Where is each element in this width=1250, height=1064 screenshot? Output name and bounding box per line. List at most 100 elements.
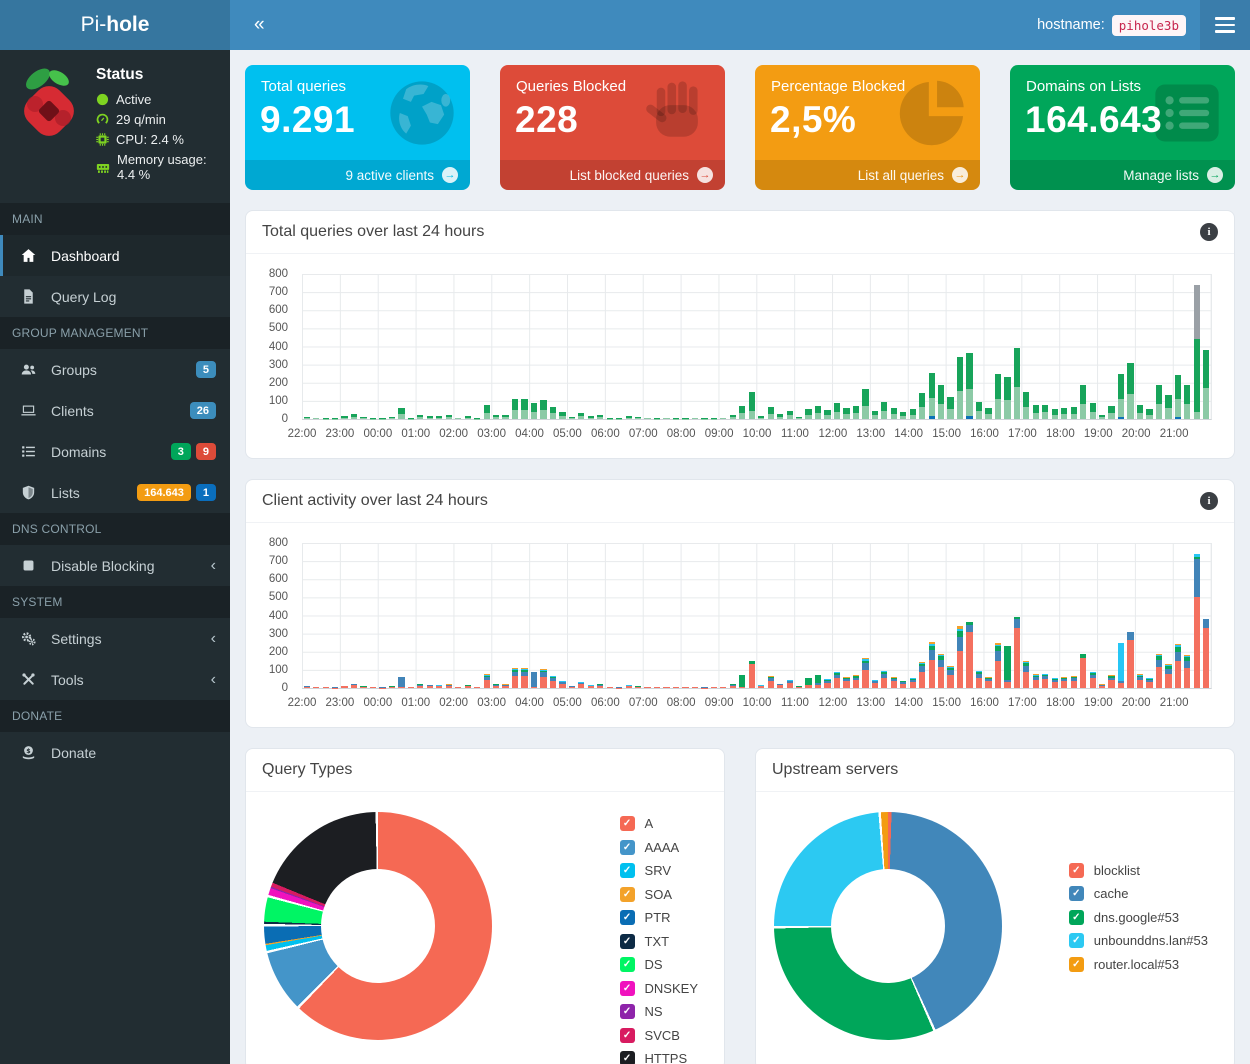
legend-item[interactable]: ✓AAAA	[620, 836, 698, 860]
legend-checkbox[interactable]: ✓	[620, 957, 635, 972]
info-icon[interactable]: i	[1200, 223, 1218, 241]
bar-slot	[671, 543, 680, 688]
legend-item[interactable]: ✓SOA	[620, 883, 698, 907]
bar-slot	[472, 543, 481, 688]
legend-item[interactable]: ✓A	[620, 812, 698, 836]
legend-checkbox[interactable]: ✓	[620, 981, 635, 996]
legend-item[interactable]: ✓ SVCB	[620, 1024, 698, 1048]
info-icon[interactable]: i	[1200, 492, 1218, 510]
bar-slot	[974, 543, 983, 688]
sidebar-item-clients[interactable]: Clients26	[0, 390, 230, 431]
legend-checkbox[interactable]: ✓	[620, 934, 635, 949]
bar-slot	[851, 274, 860, 419]
stat-card-footer-link[interactable]: 9 active clients→	[245, 160, 470, 190]
bar-slot	[406, 543, 415, 688]
legend-checkbox[interactable]: ✓	[1069, 886, 1084, 901]
bar-slot	[766, 274, 775, 419]
bar-slot	[1173, 543, 1182, 688]
client-activity-chart: 8007006005004003002001000	[302, 543, 1212, 689]
legend-item[interactable]: ✓unbounddns.lan#53	[1069, 929, 1208, 953]
legend-item[interactable]: ✓PTR	[620, 906, 698, 930]
sidebar-item-dashboard[interactable]: Dashboard	[0, 235, 230, 276]
sidebar-item-domains[interactable]: Domains39	[0, 431, 230, 472]
legend-item[interactable]: ✓ DNSKEY	[620, 977, 698, 1001]
legend-label: DNSKEY	[645, 981, 698, 996]
legend-item[interactable]: ✓HTTPS	[620, 1047, 698, 1064]
x-axis-tick: 08:00	[667, 697, 696, 709]
footer-label: Manage lists	[1123, 168, 1199, 183]
bar-slot	[491, 543, 500, 688]
y-axis-tick: 400	[269, 610, 288, 622]
legend-checkbox[interactable]: ✓	[620, 1028, 635, 1043]
sidebar-section-header: GROUP MANAGEMENT	[0, 317, 230, 349]
stat-card-footer-link[interactable]: List all queries→	[755, 160, 980, 190]
y-axis-tick: 200	[269, 377, 288, 389]
bar-slot	[548, 543, 557, 688]
legend-item[interactable]: ✓ NS	[620, 1000, 698, 1024]
sidebar-item-donate[interactable]: $Donate	[0, 732, 230, 773]
bar-slot	[596, 543, 605, 688]
bar-slot	[472, 274, 481, 419]
legend-item[interactable]: ✓SRV	[620, 859, 698, 883]
sidebar-section-header: MAIN	[0, 203, 230, 235]
sidebar-item-groups[interactable]: Groups5	[0, 349, 230, 390]
bar-slot	[728, 274, 737, 419]
legend-checkbox[interactable]: ✓	[1069, 933, 1084, 948]
badge: 26	[190, 402, 216, 419]
sidebar-item-settings[interactable]: Settings‹	[0, 618, 230, 659]
users-icon	[20, 361, 42, 378]
legend-item[interactable]: ✓router.local#53	[1069, 952, 1208, 976]
legend-item[interactable]: ✓DS	[620, 953, 698, 977]
x-axis-tick: 12:00	[818, 697, 847, 709]
y-axis-tick: 600	[269, 573, 288, 585]
bar-slot	[435, 543, 444, 688]
navbar: « hostname: pihole3b	[230, 0, 1250, 50]
bar-slot	[823, 543, 832, 688]
bar-slot	[1135, 274, 1144, 419]
legend-checkbox[interactable]: ✓	[1069, 910, 1084, 925]
bar-slot	[567, 543, 576, 688]
pihole-logo[interactable]: Pi-hole	[0, 0, 230, 50]
legend-checkbox[interactable]: ✓	[620, 840, 635, 855]
x-axis-tick: 02:00	[439, 697, 468, 709]
sidebar-item-query-log[interactable]: Query Log	[0, 276, 230, 317]
legend-checkbox[interactable]: ✓	[1069, 957, 1084, 972]
legend-label: A	[645, 816, 654, 831]
logo-text-prefix: Pi-	[81, 13, 107, 37]
legend-label: SVCB	[645, 1028, 680, 1043]
sidebar-item-lists[interactable]: Lists164.6431	[0, 472, 230, 513]
sidebar-item-label: Donate	[51, 745, 96, 761]
legend-checkbox[interactable]: ✓	[620, 863, 635, 878]
bar-slot	[577, 274, 586, 419]
hamburger-menu-icon[interactable]	[1200, 0, 1250, 50]
x-axis-tick: 13:00	[856, 697, 885, 709]
legend-label: NS	[645, 1004, 663, 1019]
legend-checkbox[interactable]: ✓	[620, 816, 635, 831]
sidebar-item-disable-blocking[interactable]: Disable Blocking‹	[0, 545, 230, 586]
legend-item[interactable]: ✓cache	[1069, 882, 1208, 906]
stat-card-footer-link[interactable]: Manage lists→	[1010, 160, 1235, 190]
bar-slot	[454, 543, 463, 688]
legend-checkbox[interactable]: ✓	[620, 910, 635, 925]
legend-checkbox[interactable]: ✓	[620, 1004, 635, 1019]
memory-icon	[96, 161, 110, 174]
shield-icon	[20, 484, 42, 501]
status-panel: Status Active29 q/minCPU: 2.4 %Memory us…	[0, 50, 230, 203]
legend-item[interactable]: ✓TXT	[620, 930, 698, 954]
sidebar-item-tools[interactable]: Tools‹	[0, 659, 230, 700]
legend-checkbox[interactable]: ✓	[620, 887, 635, 902]
legend-checkbox[interactable]: ✓	[620, 1051, 635, 1064]
bar-slot	[709, 274, 718, 419]
legend-item[interactable]: ✓blocklist	[1069, 858, 1208, 882]
bar-slot	[586, 543, 595, 688]
sidebar-collapse-icon[interactable]: «	[230, 14, 283, 36]
legend-checkbox[interactable]: ✓	[1069, 863, 1084, 878]
query-types-legend: ✓A✓AAAA✓SRV✓SOA✓PTR✓TXT✓DS✓DNSKEY✓NS✓SVC…	[620, 812, 698, 1064]
bar-slot	[1202, 274, 1211, 419]
bar-slot	[510, 274, 519, 419]
bar-slot	[709, 543, 718, 688]
y-axis-tick: 0	[282, 413, 288, 425]
stat-card-footer-link[interactable]: List blocked queries→	[500, 160, 725, 190]
bar-slot	[851, 543, 860, 688]
legend-item[interactable]: ✓dns.google#53	[1069, 905, 1208, 929]
